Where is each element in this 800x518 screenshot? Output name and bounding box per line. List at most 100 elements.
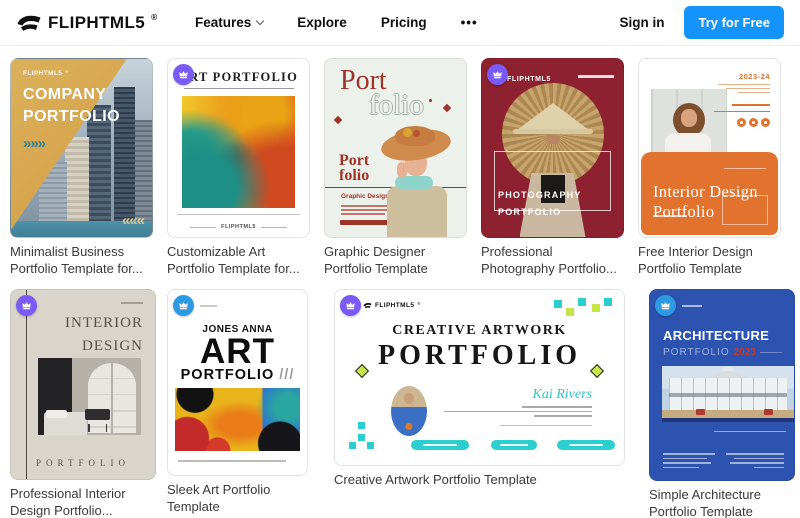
cover-title-line2: Portfolio (653, 202, 758, 223)
template-caption[interactable]: Customizable Art Portfolio Template for.… (167, 244, 310, 277)
template-card-sleek-art[interactable]: JONES ANNA ART PORTFOLIO /// Sleek Art P… (167, 289, 308, 515)
template-card-free-interior[interactable]: 2023-24 Interior Design Portfolio (638, 58, 781, 277)
chair-leg (88, 424, 89, 432)
deck-shape (662, 410, 794, 417)
template-caption[interactable]: Professional Interior Design Portfolio..… (10, 486, 156, 518)
teal-pill-button (557, 440, 615, 450)
template-card-customizable-art[interactable]: ART PORTFOLIO FLIPHTML5 Customizable Art… (167, 58, 310, 277)
pixel-decor (554, 300, 562, 308)
decor-bar (730, 462, 784, 464)
decor-bar (444, 411, 592, 413)
cover-logo-reg: ® (417, 301, 420, 306)
hat-flower (403, 128, 412, 137)
crown-badge-icon (340, 295, 361, 316)
cover-company-portfolio[interactable]: FLIPHTML5 ® COMPANY PORTFOLIO »»» ««« (10, 58, 153, 238)
cover-sleek-art[interactable]: JONES ANNA ART PORTFOLIO /// (167, 289, 308, 476)
cover-logo-text: FLIPHTML5 (375, 302, 414, 309)
cover-architecture[interactable]: ARCHITECTURE PORTFOLIO 2023 (649, 289, 795, 481)
figure-face (404, 393, 414, 404)
figure-body (387, 186, 447, 238)
dot-decor (429, 99, 432, 102)
nav-features[interactable]: Features (195, 15, 263, 30)
pixel-decor (367, 442, 374, 449)
template-caption[interactable]: Simple Architecture Portfolio Template (649, 487, 795, 518)
brand-registered-mark: ® (151, 13, 157, 22)
interior-room-photo (38, 358, 141, 435)
decor-bar (534, 415, 592, 417)
cover-free-interior[interactable]: 2023-24 Interior Design Portfolio (638, 58, 781, 238)
decor-bar (726, 88, 770, 90)
template-caption[interactable]: Free Interior Design Portfolio Template (638, 244, 781, 277)
portrait-oval (391, 386, 427, 436)
template-card-minimalist-business[interactable]: FLIPHTML5 ® COMPANY PORTFOLIO »»» ««« Mi… (10, 58, 153, 277)
crown-badge-icon (16, 295, 37, 316)
pixel-decor (358, 434, 365, 441)
divider-line (184, 88, 294, 89)
template-caption[interactable]: Minimalist Business Portfolio Template f… (10, 244, 153, 277)
pixel-decor (604, 298, 612, 306)
template-card-photography[interactable]: FLIPHTML5 PHOTOGRAPHY PORTFOLIO Professi… (481, 58, 624, 277)
template-card-simple-architecture[interactable]: ARCHITECTURE PORTFOLIO 2023 (649, 289, 795, 518)
nav-explore[interactable]: Explore (297, 15, 347, 30)
decor-bar (754, 467, 784, 469)
template-card-creative-artwork[interactable]: FLIPHTML5 ® CREATIVE ARTWORK PORTFOLIO K… (334, 289, 625, 489)
footer-text-left (663, 450, 719, 468)
instagram-icon (761, 118, 770, 127)
cover-title-line2: DESIGN (65, 335, 143, 358)
nav-explore-label: Explore (297, 15, 347, 30)
decor-bar (200, 305, 217, 307)
main-nav: Features Explore Pricing ••• (195, 15, 478, 30)
sign-in-link[interactable]: Sign in (619, 15, 664, 30)
cover-subtitle-line2: folio (339, 168, 369, 183)
slashes-decor: /// (274, 367, 294, 383)
cupola-shape (723, 367, 734, 371)
divider-line (261, 227, 287, 228)
figure-collar (395, 176, 433, 189)
template-caption[interactable]: Sleek Art Portfolio Template (167, 482, 308, 515)
decor-bar (718, 84, 770, 86)
fliphtml5-logo[interactable]: FLIPHTML5 ® (16, 13, 157, 33)
cover-professional-interior[interactable]: INTERIOR DESIGN PORTFOLIO (10, 289, 156, 480)
decor-bar (714, 431, 786, 433)
decor-bar (663, 453, 715, 455)
decor-bar (738, 92, 770, 94)
cover-subtitle: PORTFOLIO /// (168, 367, 307, 383)
cover-logo-text: FLIPHTML5 (507, 76, 551, 83)
cover-graphic-designer[interactable]: Port folio Port folio Graphic Designer (324, 58, 467, 238)
chair-shape (85, 401, 110, 432)
nav-pricing[interactable]: Pricing (381, 15, 427, 30)
teal-pill-button (491, 440, 537, 450)
template-caption[interactable]: Professional Photography Portfolio... (481, 244, 624, 277)
divider-line (177, 214, 300, 215)
template-card-professional-interior[interactable]: INTERIOR DESIGN PORTFOLIO Professional I… (10, 289, 156, 518)
cover-title-line1: COMPANY (23, 84, 120, 106)
decor-bar (663, 462, 711, 464)
decor-bar (653, 215, 687, 217)
cover-subtitle-text: PORTFOLIO (663, 347, 730, 358)
pixel-decor (358, 422, 365, 429)
nav-more-ellipsis[interactable]: ••• (461, 15, 478, 30)
cover-art-portfolio[interactable]: ART PORTFOLIO FLIPHTML5 (167, 58, 310, 238)
pool-shape (662, 418, 794, 422)
cover-creative-artwork[interactable]: FLIPHTML5 ® CREATIVE ARTWORK PORTFOLIO K… (334, 289, 625, 466)
cover-logo-text: FLIPHTML5 (23, 70, 62, 77)
pixel-decor (566, 308, 574, 316)
cover-photography[interactable]: FLIPHTML5 PHOTOGRAPHY PORTFOLIO (481, 58, 624, 238)
crown-badge-icon (173, 64, 194, 85)
book-icon (363, 302, 372, 309)
diamond-icon (443, 104, 451, 112)
template-card-graphic-designer[interactable]: Port folio Port folio Graphic Designer (324, 58, 467, 277)
try-for-free-button[interactable]: Try for Free (684, 6, 784, 39)
building-shape (65, 137, 89, 221)
template-caption[interactable]: Creative Artwork Portfolio Template (334, 472, 625, 489)
conical-hat-shape (517, 103, 589, 130)
cover-logo: FLIPHTML5 ® (363, 302, 421, 309)
cover-title-line1: INTERIOR (65, 312, 143, 335)
template-caption[interactable]: Graphic Designer Portfolio Template (324, 244, 467, 277)
beach-house-photo (662, 366, 794, 422)
decor-bar (522, 406, 592, 408)
cover-subtitle-text: PORTFOLIO (181, 367, 275, 383)
pillow-shape (46, 410, 67, 418)
cover-title-line2: PORTFOLIO (498, 204, 582, 221)
cover-logo-reg: ® (65, 69, 68, 74)
